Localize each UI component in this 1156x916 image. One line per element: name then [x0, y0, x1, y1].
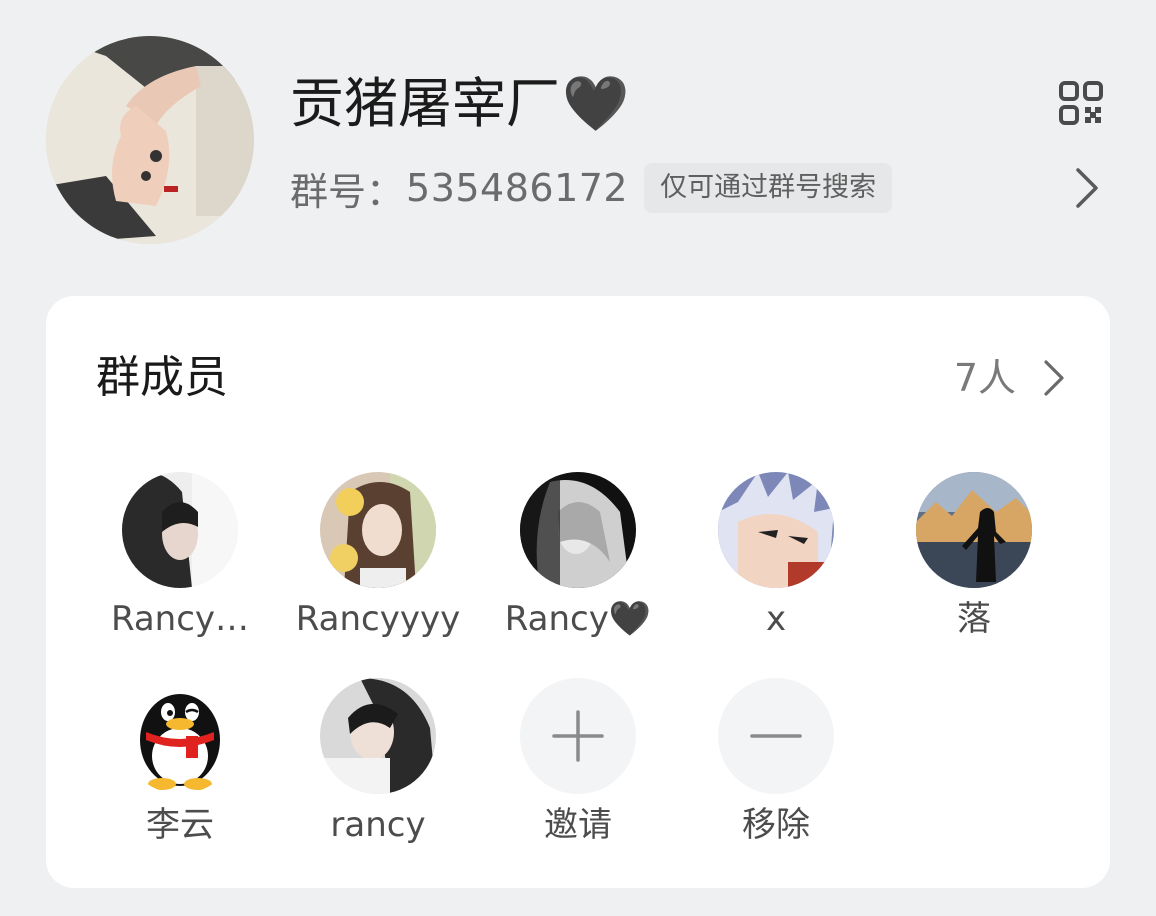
group-header: 贡猪屠宰厂🖤 群号： 535486172 仅可通过群号搜索 — [0, 0, 1156, 270]
chevron-right-icon[interactable] — [1072, 166, 1102, 210]
plus-icon — [552, 710, 604, 762]
member-name: 落 — [957, 599, 991, 639]
member-avatar — [122, 678, 238, 794]
member-name: Rancy🖤 — [504, 599, 652, 639]
girl-portrait-avatar — [122, 472, 238, 588]
member-avatar — [718, 472, 834, 588]
monochrome-portrait-avatar — [520, 472, 636, 588]
chevron-right-icon[interactable] — [1042, 358, 1066, 398]
member-item[interactable]: rancy — [278, 678, 478, 868]
group-name: 贡猪屠宰厂🖤 — [290, 66, 629, 142]
member-avatar — [916, 472, 1032, 588]
invite-label: 邀请 — [544, 805, 612, 845]
girl-portrait-avatar — [320, 678, 436, 794]
member-item[interactable]: 李云 — [80, 678, 280, 868]
group-id-label: 群号： — [290, 169, 405, 214]
member-avatar — [122, 472, 238, 588]
member-name: rancy — [330, 805, 426, 845]
member-name: Rancyyyy — [295, 599, 461, 639]
member-count[interactable]: 7人 — [954, 352, 1016, 404]
group-name-text: 贡猪屠宰厂 — [290, 72, 560, 135]
member-avatar — [320, 678, 436, 794]
remove-circle[interactable] — [718, 678, 834, 794]
member-avatar — [520, 472, 636, 588]
member-item[interactable]: Rancy… — [80, 472, 280, 662]
member-avatar — [320, 472, 436, 588]
member-name: Rancy… — [110, 599, 250, 639]
invite-member-button[interactable]: 邀请 — [478, 678, 678, 868]
member-item[interactable]: Rancy🖤 — [478, 472, 678, 662]
remove-label: 移除 — [742, 805, 810, 845]
girl-with-plush-avatar — [320, 472, 436, 588]
member-name: 李云 — [146, 805, 214, 845]
members-section-title: 群成员 — [96, 352, 228, 403]
mountain-silhouette-avatar — [916, 472, 1032, 588]
group-members-card: 群成员 7人 Rancy… Rancyyyy Rancy🖤 x 落 李云 ran… — [46, 296, 1110, 888]
qq-penguin-avatar — [122, 678, 238, 794]
group-id-value: 535486172 — [406, 166, 629, 210]
member-name: x — [765, 599, 787, 639]
member-item[interactable]: Rancyyyy — [278, 472, 478, 662]
remove-member-button[interactable]: 移除 — [676, 678, 876, 868]
black-heart-emoji: 🖤 — [562, 72, 630, 135]
minus-icon — [750, 734, 802, 738]
group-id-row[interactable]: 群号： 535486172 仅可通过群号搜索 — [290, 160, 893, 216]
invite-circle[interactable] — [520, 678, 636, 794]
member-item[interactable]: 落 — [874, 472, 1074, 662]
member-item[interactable]: x — [676, 472, 876, 662]
search-hint-badge: 仅可通过群号搜索 — [644, 163, 893, 213]
group-avatar[interactable] — [46, 36, 254, 244]
qr-code-icon[interactable] — [1058, 80, 1104, 126]
anime-character-avatar — [718, 472, 834, 588]
hand-peace-sign-image — [46, 36, 254, 244]
